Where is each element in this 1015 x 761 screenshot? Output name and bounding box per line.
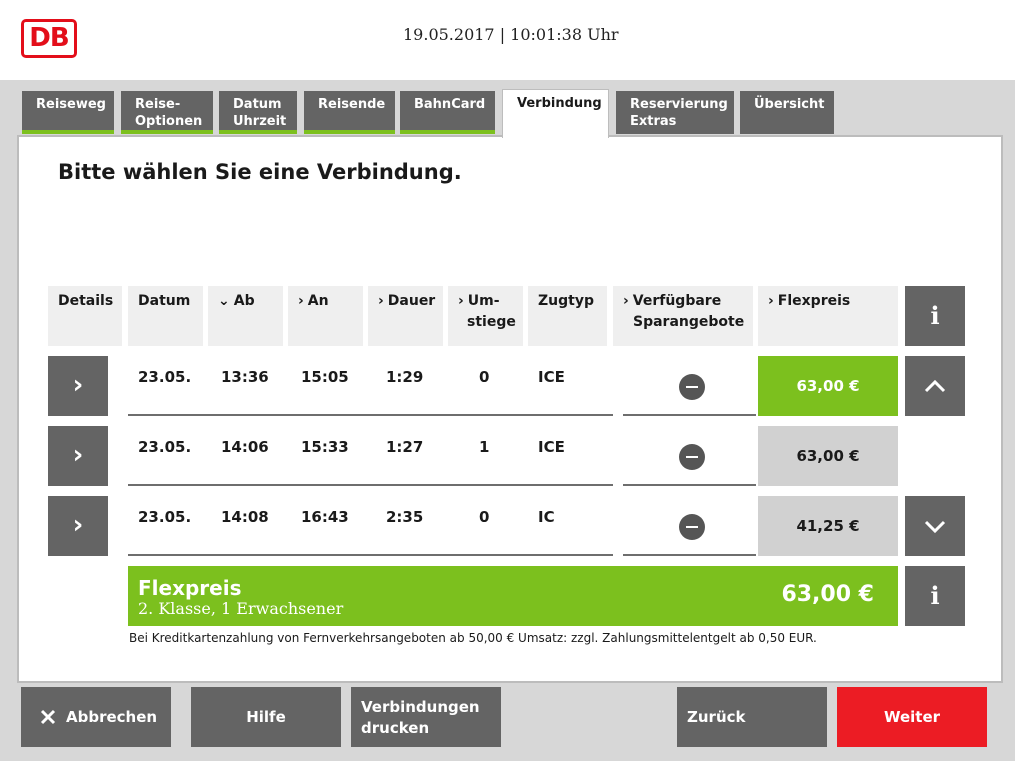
help-button[interactable]: Hilfe <box>191 687 341 747</box>
tab-datum-uhrzeit[interactable]: Datum Uhrzeit <box>219 91 297 134</box>
sort-chevron-right-icon: › <box>768 293 774 309</box>
sort-chevron-right-icon: › <box>298 293 304 309</box>
column-header-an[interactable]: › An <box>288 286 363 346</box>
row-1-umstiege: 0 <box>479 368 490 386</box>
row-divider <box>128 484 613 486</box>
column-header-dauer[interactable]: › Dauer <box>368 286 443 346</box>
row-3-zugtyp: IC <box>538 508 555 526</box>
print-connections-button[interactable]: Verbindungen drucken <box>351 687 501 747</box>
row-2-dauer: 1:27 <box>386 438 424 456</box>
row-2-an: 15:33 <box>301 438 349 456</box>
sort-chevron-right-icon: › <box>623 293 629 309</box>
db-logo: DB <box>21 19 77 58</box>
row-divider <box>128 414 613 416</box>
row-divider <box>623 554 756 556</box>
flexpreis-row-1[interactable]: 63,00 € <box>758 356 898 416</box>
row-2-datum: 23.05. <box>138 438 192 456</box>
header-bar: DB 19.05.2017 | 10:01:38 Uhr <box>0 0 1015 80</box>
row-1-dauer: 1:29 <box>386 368 424 386</box>
minus-icon <box>679 374 705 400</box>
cancel-button[interactable]: Abbrechen <box>21 687 171 747</box>
info-button-summary[interactable]: i <box>905 566 965 626</box>
details-button-row-3[interactable]: › <box>48 496 108 556</box>
datetime-display: 19.05.2017 | 10:01:38 Uhr <box>403 25 619 44</box>
row-2-ab: 14:06 <box>221 438 269 456</box>
row-divider <box>623 484 756 486</box>
flexpreis-row-3[interactable]: 41,25 € <box>758 496 898 556</box>
tab-reiseweg[interactable]: Reiseweg <box>22 91 114 134</box>
summary-price: 63,00 € <box>781 582 874 607</box>
details-button-row-2[interactable]: › <box>48 426 108 486</box>
row-2-umstiege: 1 <box>479 438 490 456</box>
row-divider <box>623 414 756 416</box>
row-1-ab: 13:36 <box>221 368 269 386</box>
column-header-ab[interactable]: ⌄ Ab <box>208 286 283 346</box>
row-3-an: 16:43 <box>301 508 349 526</box>
info-button-table[interactable]: i <box>905 286 965 346</box>
column-header-details: Details <box>48 286 122 346</box>
row-1-an: 15:05 <box>301 368 349 386</box>
summary-subtitle: 2. Klasse, 1 Erwachsener <box>138 599 344 618</box>
page-title: Bitte wählen Sie eine Verbindung. <box>58 160 462 184</box>
row-3-umstiege: 0 <box>479 508 490 526</box>
chevron-down-icon <box>924 520 946 534</box>
row-3-ab: 14:08 <box>221 508 269 526</box>
column-header-umstiege[interactable]: › Um- stiege <box>448 286 523 346</box>
payment-note: Bei Kreditkartenzahlung von Fernverkehrs… <box>129 631 817 645</box>
row-1-datum: 23.05. <box>138 368 192 386</box>
tab-bahncard[interactable]: BahnCard <box>400 91 495 134</box>
tab-reservierung-extras[interactable]: Reservierung Extras <box>616 91 734 134</box>
details-button-row-1[interactable]: › <box>48 356 108 416</box>
tab-uebersicht[interactable]: Übersicht <box>740 91 834 134</box>
sort-chevron-right-icon: › <box>458 293 464 309</box>
column-header-flexpreis[interactable]: › Flexpreis <box>758 286 898 346</box>
scroll-up-button[interactable] <box>905 356 965 416</box>
scroll-down-button[interactable] <box>905 496 965 556</box>
row-1-zugtyp: ICE <box>538 368 565 386</box>
chevron-up-icon <box>924 379 946 393</box>
tab-reisende[interactable]: Reisende <box>304 91 395 134</box>
row-2-zugtyp: ICE <box>538 438 565 456</box>
row-3-dauer: 2:35 <box>386 508 424 526</box>
close-icon <box>40 709 56 725</box>
row-divider <box>128 554 613 556</box>
tab-reise-optionen[interactable]: Reise- Optionen <box>121 91 213 134</box>
column-header-zugtyp: Zugtyp <box>528 286 607 346</box>
tab-verbindung[interactable]: Verbindung <box>502 89 609 138</box>
sort-desc-chevron-icon: ⌄ <box>218 293 230 309</box>
column-header-sparangebote[interactable]: › Verfügbare Sparangebote <box>613 286 753 346</box>
flexpreis-row-2[interactable]: 63,00 € <box>758 426 898 486</box>
back-button[interactable]: Zurück <box>677 687 827 747</box>
next-button[interactable]: Weiter <box>837 687 987 747</box>
column-header-datum: Datum <box>128 286 203 346</box>
row-3-datum: 23.05. <box>138 508 192 526</box>
minus-icon <box>679 444 705 470</box>
sort-chevron-right-icon: › <box>378 293 384 309</box>
connection-panel: Bitte wählen Sie eine Verbindung. Detail… <box>17 135 1003 683</box>
summary-title: Flexpreis <box>138 576 242 600</box>
minus-icon <box>679 514 705 540</box>
price-summary: Flexpreis 2. Klasse, 1 Erwachsener 63,00… <box>128 566 898 626</box>
